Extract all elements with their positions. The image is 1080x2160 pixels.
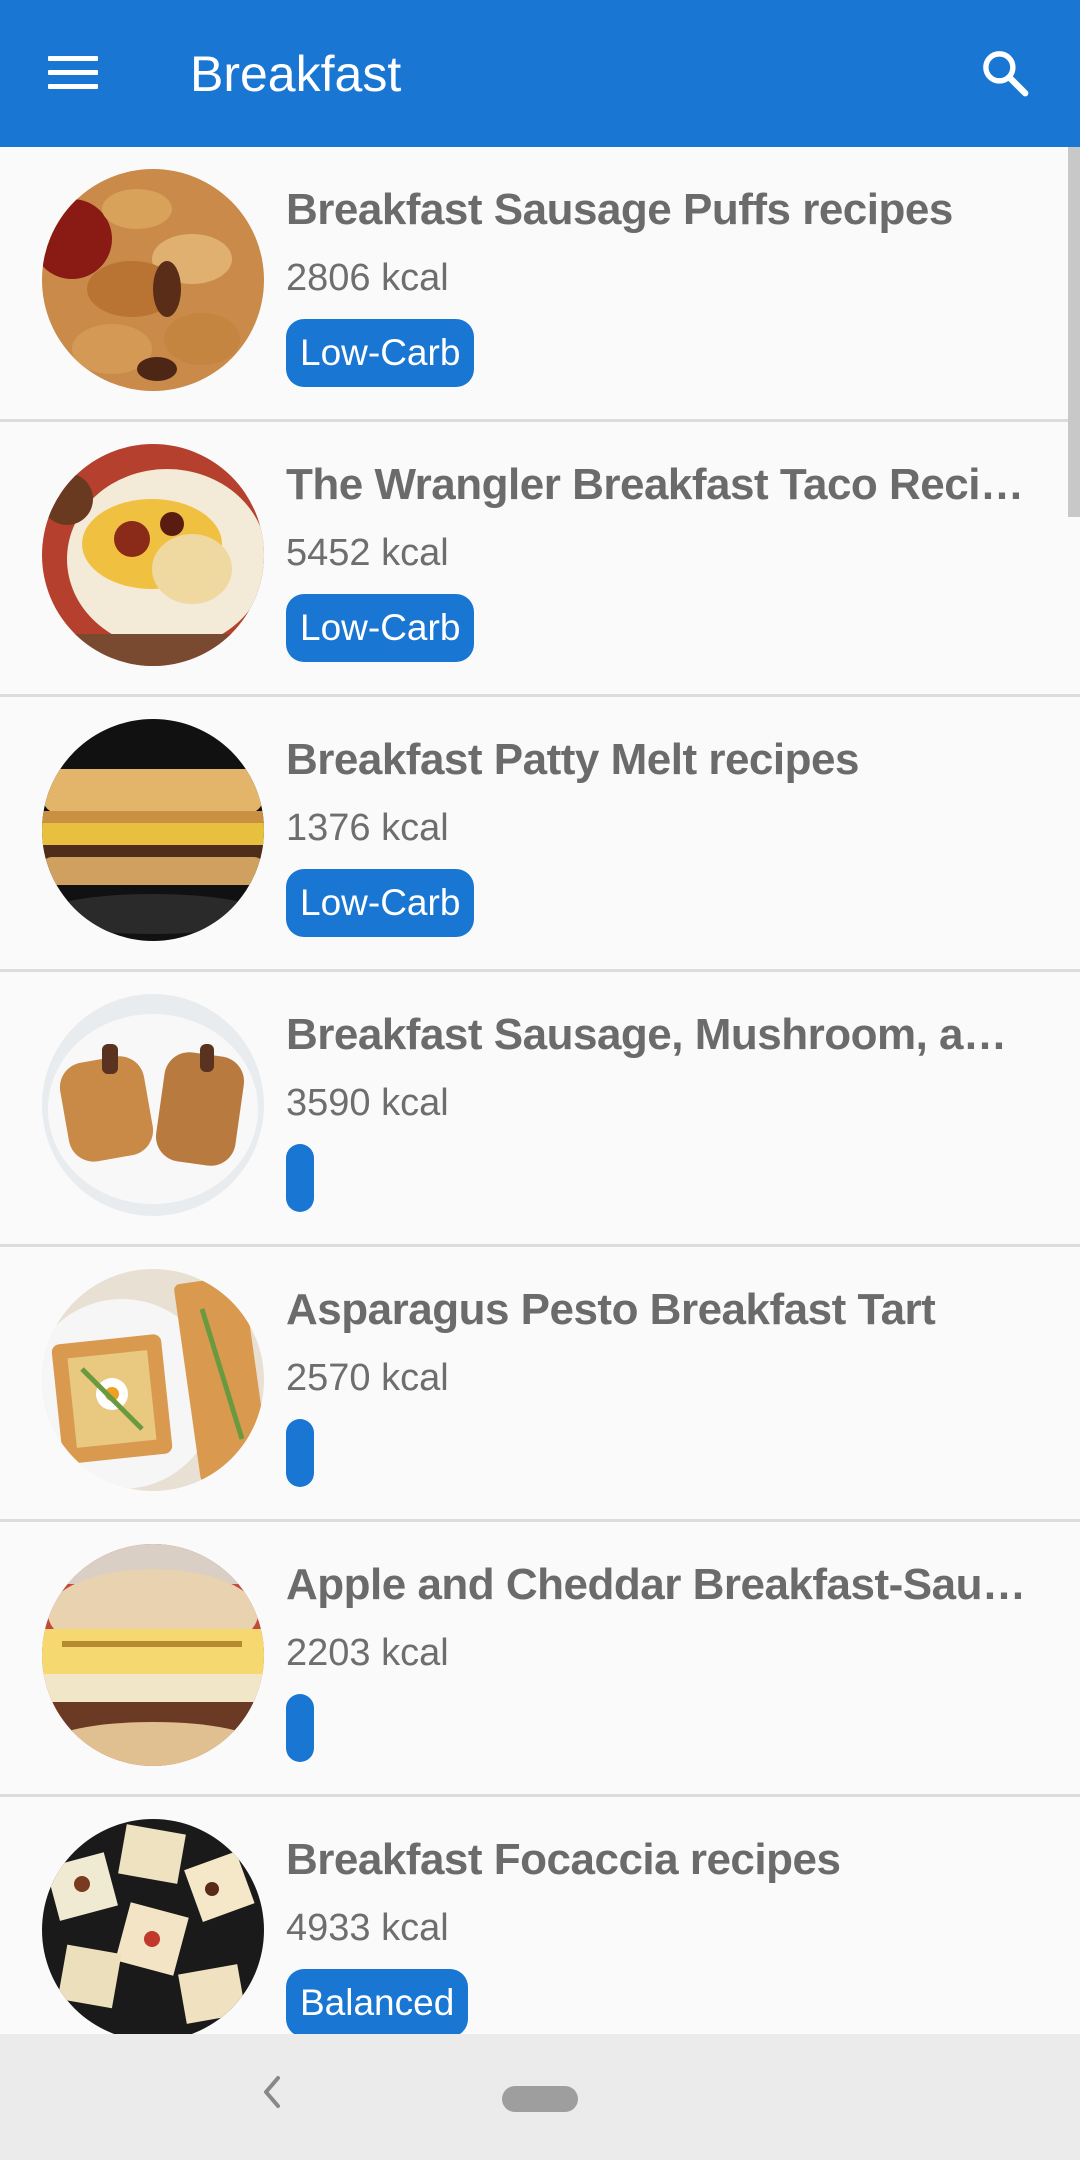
recipe-title: Asparagus Pesto Breakfast Tart bbox=[286, 1285, 936, 1334]
recipe-title: The Wrangler Breakfast Taco Recipe bbox=[286, 460, 1026, 509]
app-bar: Breakfast bbox=[0, 0, 1080, 147]
menu-icon bbox=[48, 56, 98, 90]
scrollbar[interactable] bbox=[1068, 147, 1080, 517]
system-nav-bar bbox=[0, 2034, 1080, 2160]
diet-label-chip: Low-Carb bbox=[286, 869, 475, 937]
recipe-title: Breakfast Sausage, Mushroom, and C… bbox=[286, 1010, 1026, 1059]
recipe-calories: 2570 kcal bbox=[286, 1357, 449, 1399]
search-button[interactable] bbox=[960, 30, 1050, 116]
home-pill-icon[interactable] bbox=[502, 2086, 578, 2112]
recipe-image bbox=[42, 1544, 264, 1766]
recipe-calories: 3590 kcal bbox=[286, 1082, 449, 1124]
recipe-row[interactable]: Breakfast Sausage Puffs recipes 2806 kca… bbox=[0, 147, 1080, 422]
diet-label-chip bbox=[286, 1144, 314, 1212]
recipe-image bbox=[42, 169, 264, 391]
recipe-image bbox=[42, 1269, 264, 1491]
recipe-title: Breakfast Focaccia recipes bbox=[286, 1835, 841, 1884]
recipe-title: Breakfast Patty Melt recipes bbox=[286, 735, 859, 784]
diet-label-chip: Low-Carb bbox=[286, 319, 475, 387]
recipe-row[interactable]: Breakfast Focaccia recipes 4933 kcal Bal… bbox=[0, 1797, 1080, 2034]
recipe-row[interactable]: Asparagus Pesto Breakfast Tart 2570 kcal bbox=[0, 1247, 1080, 1522]
recipe-image bbox=[42, 444, 264, 666]
back-button[interactable] bbox=[250, 2062, 294, 2122]
recipe-row[interactable]: Breakfast Sausage, Mushroom, and C… 3590… bbox=[0, 972, 1080, 1247]
recipe-row[interactable]: Apple and Cheddar Breakfast-Sausag… 2203… bbox=[0, 1522, 1080, 1797]
recipe-image bbox=[42, 1819, 264, 2034]
recipe-row[interactable]: Breakfast Patty Melt recipes 1376 kcal L… bbox=[0, 697, 1080, 972]
recipe-image bbox=[42, 719, 264, 941]
recipe-title: Breakfast Sausage Puffs recipes bbox=[286, 185, 953, 234]
recipe-row[interactable]: The Wrangler Breakfast Taco Recipe 5452 … bbox=[0, 422, 1080, 697]
diet-label-chip bbox=[286, 1419, 314, 1487]
recipe-calories: 2203 kcal bbox=[286, 1632, 449, 1674]
back-icon bbox=[264, 2076, 280, 2108]
recipe-title: Apple and Cheddar Breakfast-Sausag… bbox=[286, 1560, 1026, 1609]
recipe-calories: 1376 kcal bbox=[286, 807, 449, 849]
recipe-image bbox=[42, 994, 264, 1216]
diet-label-chip bbox=[286, 1694, 314, 1762]
recipe-calories: 4933 kcal bbox=[286, 1907, 449, 1949]
page-title: Breakfast bbox=[190, 46, 402, 102]
recipe-calories: 5452 kcal bbox=[286, 532, 449, 574]
search-icon bbox=[983, 51, 1029, 97]
recipe-calories: 2806 kcal bbox=[286, 257, 449, 299]
menu-button[interactable] bbox=[28, 30, 118, 116]
recipe-list[interactable]: Breakfast Sausage Puffs recipes 2806 kca… bbox=[0, 147, 1080, 2034]
diet-label-chip: Balanced bbox=[286, 1969, 469, 2034]
diet-label-chip: Low-Carb bbox=[286, 594, 475, 662]
